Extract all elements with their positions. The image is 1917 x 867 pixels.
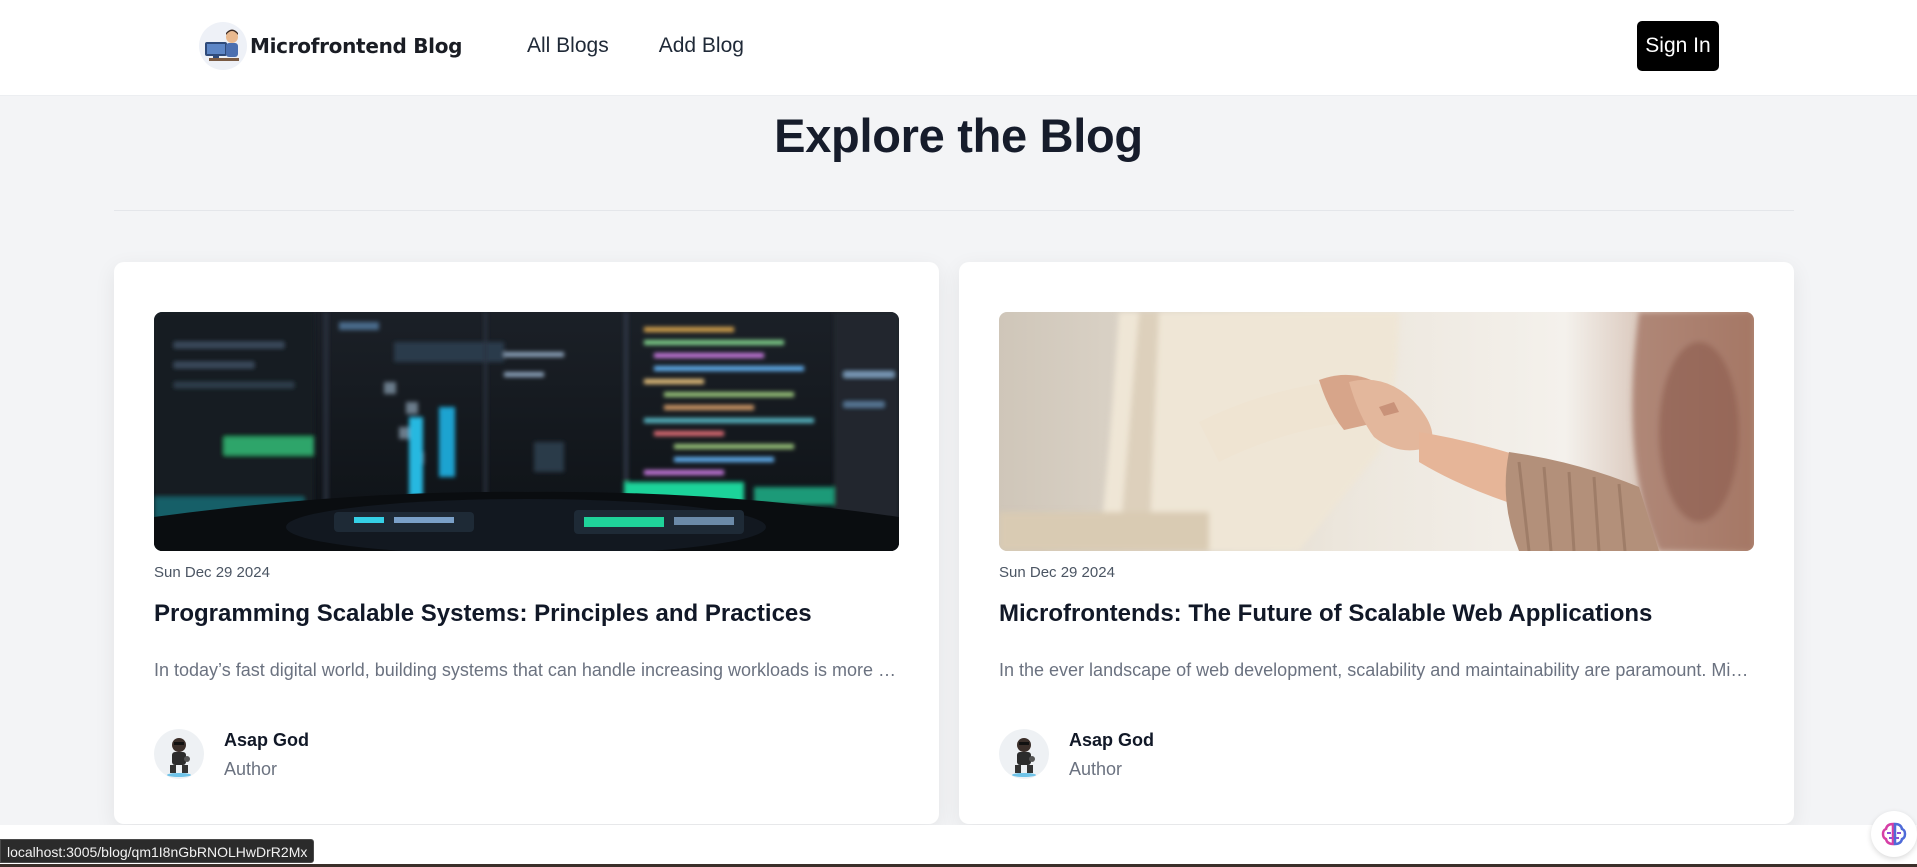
nav-add-blog[interactable]: Add Blog: [659, 33, 744, 59]
sign-in-button[interactable]: Sign In: [1637, 21, 1719, 71]
post-title[interactable]: Programming Scalable Systems: Principles…: [154, 600, 812, 628]
nav-all-blogs[interactable]: All Blogs: [527, 33, 609, 59]
author-avatar: [999, 729, 1049, 779]
top-navbar: Microfrontend Blog All Blogs Add Blog Si…: [0, 0, 1917, 96]
blog-card[interactable]: Sun Dec 29 2024 Microfrontends: The Futu…: [959, 262, 1794, 824]
author-role: Author: [1069, 759, 1123, 779]
handshake-image: [999, 312, 1754, 551]
author-avatar: [154, 729, 204, 779]
author-role: Author: [224, 759, 278, 779]
author-name: Asap God: [224, 730, 310, 750]
status-bar-url: localhost:3005/blog/qm1I8nGbRNOLHwDrR2Mx: [0, 839, 315, 863]
brand-logo-icon: [199, 22, 247, 70]
brand-link[interactable]: Microfrontend Blog: [199, 22, 462, 70]
divider: [114, 210, 1794, 211]
brain-extension-icon[interactable]: [1871, 811, 1917, 857]
post-excerpt: In today’s fast digital world, building …: [154, 660, 901, 680]
post-title[interactable]: Microfrontends: The Future of Scalable W…: [999, 600, 1652, 628]
page-title: Explore the Blog: [774, 109, 1143, 162]
author-name: Asap God: [1069, 730, 1155, 750]
brand-name: Microfrontend Blog: [250, 34, 463, 58]
post-date: Sun Dec 29 2024: [154, 564, 270, 581]
blog-card[interactable]: Sun Dec 29 2024 Programming Scalable Sys…: [114, 262, 939, 824]
code-screen-image: [154, 312, 899, 551]
main-nav: All Blogs Add Blog: [527, 33, 794, 59]
post-excerpt: In the ever landscape of web development…: [999, 660, 1756, 680]
post-date: Sun Dec 29 2024: [999, 564, 1115, 581]
